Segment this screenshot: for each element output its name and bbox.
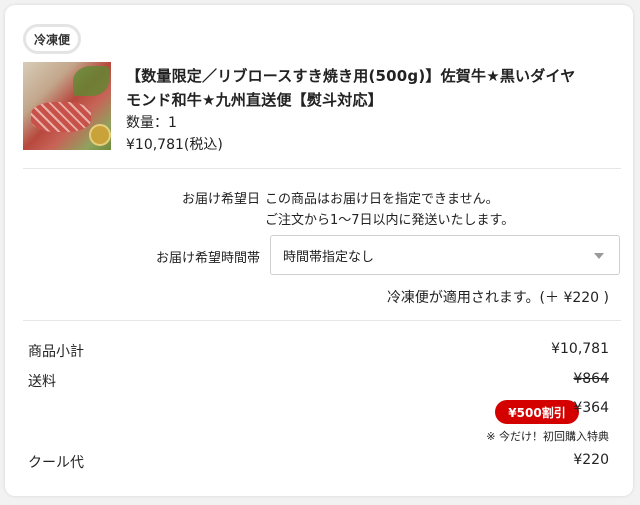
product-title-line2: モンド和牛★九州直送便【熨斗対応】 (126, 91, 383, 109)
delivery-date-label: お届け希望日 (181, 192, 260, 207)
delivery-date-text2: ご注文から1〜7日以内に発送いたします。 (265, 213, 515, 228)
cart-item-card: 冷凍便 【数量限定／リブロースすき焼き用(500g)】佐賀牛★黒いダイヤ モンド… (5, 5, 633, 496)
promo-note: ※ 今だけ！初回購入特典 (486, 430, 609, 443)
subtotal-value: ¥10,781 (551, 341, 609, 357)
divider (23, 320, 621, 321)
delivery-time-select[interactable]: 時間帯指定なし (270, 235, 620, 275)
delivery-time-label: お届け希望時間帯 (155, 251, 260, 266)
product-title[interactable]: 【数量限定／リブロースすき焼き用(500g)】佐賀牛★黒いダイヤ モンド和牛★九… (126, 64, 616, 112)
delivery-time-value: 時間帯指定なし (283, 249, 375, 265)
chevron-down-icon (594, 253, 604, 259)
product-thumbnail[interactable] (23, 62, 111, 150)
cool-fee-label: クール代 (28, 455, 84, 471)
shipping-label: 送料 (28, 374, 56, 390)
shipping-original-price: ¥864 (573, 371, 609, 387)
frozen-badge: 冷凍便 (23, 24, 81, 54)
product-quantity: 数量：1 (126, 115, 177, 131)
thumbnail-seal (89, 124, 111, 146)
discount-badge: ¥500割引 (495, 400, 579, 424)
product-title-line1: 【数量限定／リブロースすき焼き用(500g)】佐賀牛★黒いダイヤ (126, 67, 576, 85)
divider (23, 168, 621, 169)
subtotal-label: 商品小計 (28, 344, 84, 360)
product-price: ¥10,781(税込) (126, 137, 223, 153)
delivery-date-text1: この商品はお届け日を指定できません。 (265, 192, 499, 207)
frozen-shipping-note: 冷凍便が適用されます。(＋ ¥220 ) (386, 290, 609, 306)
shipping-discounted-price: ¥364 (573, 400, 609, 416)
thumbnail-beef (31, 102, 91, 132)
cool-fee-value: ¥220 (573, 452, 609, 468)
thumbnail-leaf (73, 66, 109, 96)
